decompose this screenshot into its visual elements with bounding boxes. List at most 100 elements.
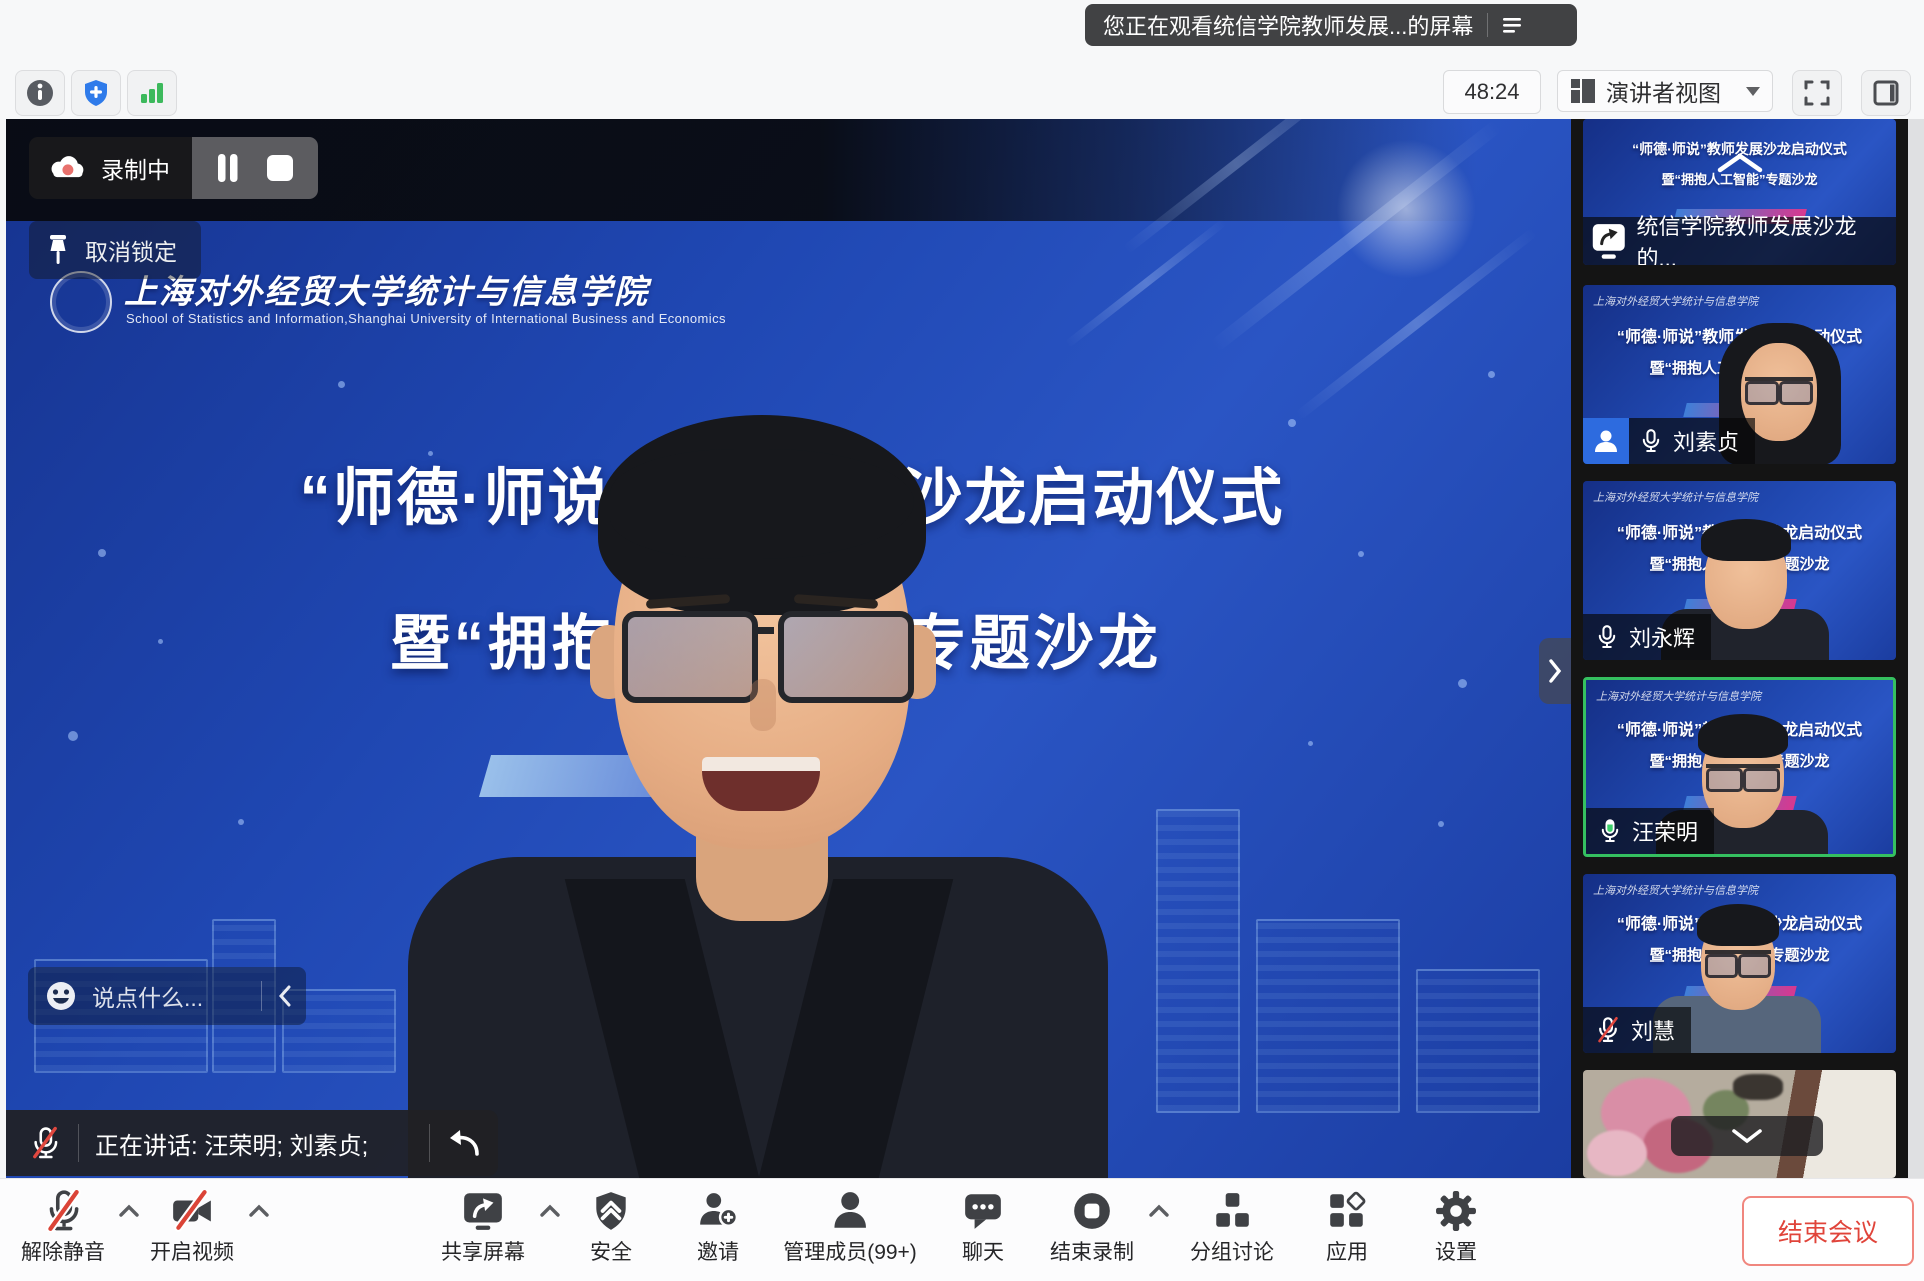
decor-dot	[338, 381, 345, 388]
person-icon	[829, 1190, 871, 1232]
apps-grid-icon	[1326, 1190, 1368, 1232]
signal-bars-icon	[137, 78, 167, 108]
skyline-building	[1156, 809, 1240, 1113]
mini-slide-logo: 上海对外经贸大学统计与信息学院	[1593, 882, 1758, 898]
chat-button[interactable]: 聊天	[962, 1190, 1004, 1266]
screen-share-icon	[1591, 221, 1627, 261]
mic-muted-icon	[28, 1123, 62, 1163]
security-shield-button[interactable]	[71, 70, 121, 116]
chat-quick-input[interactable]: 说点什么...	[28, 967, 306, 1025]
meeting-timer: 48:24	[1443, 70, 1541, 114]
chevron-down-icon	[1730, 1127, 1764, 1145]
settings-button[interactable]: 设置	[1435, 1190, 1477, 1266]
speaker-nose	[750, 679, 776, 731]
participant-glasses	[1706, 764, 1780, 788]
tile-participant-partial[interactable]	[1583, 1070, 1896, 1178]
decor-dot	[1288, 419, 1296, 427]
active-speakers-text: 正在讲话: 汪荣明; 刘素贞;	[95, 1126, 368, 1161]
participant-label: 刘慧	[1583, 1007, 1691, 1053]
notification-text: 您正在观看统信学院教师发展...的屏幕	[1085, 9, 1473, 41]
emoji-icon[interactable]	[44, 979, 78, 1013]
sidebar-collapse-tab[interactable]	[1539, 638, 1571, 704]
sidebar-scrollbar[interactable]	[1908, 119, 1924, 1178]
fullscreen-button[interactable]	[1792, 70, 1842, 116]
shared-screen-title: 统信学院教师发展沙龙的...	[1637, 209, 1880, 265]
cloud-record-icon	[47, 153, 87, 183]
chevron-left-icon[interactable]	[276, 984, 294, 1008]
reply-arrow-button[interactable]	[446, 1127, 482, 1159]
network-quality-button[interactable]	[127, 70, 177, 116]
share-screen-button[interactable]: 共享屏幕	[441, 1190, 525, 1266]
unmute-button[interactable]: 解除静音	[21, 1190, 105, 1266]
mic-on-icon	[1595, 622, 1619, 652]
stop-recording-button[interactable]	[266, 154, 294, 182]
decor-dot	[68, 731, 78, 741]
scroll-up-chevron[interactable]	[1714, 151, 1766, 175]
recording-controls	[192, 137, 318, 199]
apps-button[interactable]: 应用	[1326, 1190, 1368, 1266]
participant-hair	[1697, 904, 1779, 946]
invite-button[interactable]: 邀请	[697, 1190, 739, 1266]
chevron-right-icon	[1547, 658, 1563, 684]
chat-label: 聊天	[962, 1236, 1004, 1266]
chat-divider	[261, 981, 262, 1011]
unpin-button[interactable]: 取消锁定	[29, 221, 201, 279]
record-options-chevron[interactable]	[1148, 1204, 1170, 1218]
speaker-glasses-bridge	[754, 627, 774, 634]
view-mode-selector[interactable]: 演讲者视图	[1557, 70, 1773, 112]
university-seal-logo	[50, 271, 112, 333]
speaker-glasses-lens	[778, 611, 914, 703]
breakout-rooms-button[interactable]: 分组讨论	[1190, 1190, 1274, 1266]
participant-glasses	[1745, 377, 1813, 401]
tile-shared-screen[interactable]: “师德·师说”教师发展沙龙启动仪式 暨“拥抱人工智能”专题沙龙 统信学院教师发展…	[1583, 119, 1896, 265]
light-glow	[1336, 139, 1476, 279]
mini-slide-logo: 上海对外经贸大学统计与信息学院	[1596, 688, 1761, 704]
participant-name: 刘慧	[1631, 1014, 1675, 1046]
screen-watch-notification: 您正在观看统信学院教师发展...的屏幕	[1085, 4, 1577, 46]
participant-label: 刘素贞	[1583, 418, 1755, 464]
mute-options-chevron[interactable]	[118, 1204, 140, 1218]
mic-on-icon	[1639, 426, 1663, 456]
stop-recording-button[interactable]: 结束录制	[1050, 1190, 1134, 1266]
flower-blob	[1587, 1130, 1647, 1176]
camera-off-icon	[170, 1190, 214, 1232]
speakbar-divider	[78, 1124, 79, 1162]
meeting-info-button[interactable]	[15, 70, 65, 116]
tile-participant-wangrongming-active[interactable]: 上海对外经贸大学统计与信息学院 “师德·师说”教师发展沙龙启动仪式 暨“拥抱人工…	[1583, 677, 1896, 857]
side-panel-toggle-button[interactable]	[1861, 70, 1911, 116]
chevron-down-icon	[1746, 87, 1760, 96]
video-options-chevron[interactable]	[248, 1204, 270, 1218]
share-options-chevron[interactable]	[539, 1204, 561, 1218]
menu-icon[interactable]	[1500, 13, 1524, 37]
security-button[interactable]: 安全	[590, 1190, 632, 1266]
tile-participant-liuhui[interactable]: 上海对外经贸大学统计与信息学院 “师德·师说”教师发展沙龙启动仪式 暨“拥抱人工…	[1583, 874, 1896, 1053]
manage-members-button[interactable]: 管理成员(99+)	[783, 1190, 917, 1266]
security-label: 安全	[590, 1236, 632, 1266]
gear-icon	[1435, 1190, 1477, 1232]
decor-dot	[1458, 679, 1467, 688]
tile-participant-liuyonghui[interactable]: 上海对外经贸大学统计与信息学院 “师德·师说”教师发展沙龙启动仪式 暨“拥抱人工…	[1583, 481, 1896, 660]
mic-muted-icon	[1595, 1015, 1621, 1045]
start-video-button[interactable]: 开启视频	[150, 1190, 234, 1266]
security-shield-icon	[590, 1190, 632, 1232]
speaker-glasses-lens	[622, 611, 758, 703]
pause-recording-button[interactable]	[216, 153, 240, 183]
recording-indicator: 录制中	[29, 137, 318, 199]
mic-muted-icon	[42, 1190, 84, 1232]
screen-share-icon	[461, 1190, 505, 1232]
participant-hair	[1698, 714, 1788, 758]
mini-slide-logo: 上海对外经贸大学统计与信息学院	[1593, 293, 1758, 309]
stop-recording-label: 结束录制	[1050, 1236, 1134, 1266]
mini-slide-logo: 上海对外经贸大学统计与信息学院	[1593, 489, 1758, 505]
main-video-stage[interactable]: 上海对外经贸大学统计与信息学院 School of Statistics and…	[6, 119, 1571, 1178]
decor-dot	[158, 639, 163, 644]
tile-participant-liusuzhen[interactable]: 上海对外经贸大学统计与信息学院 “师德·师说”教师发展沙龙启动仪式 暨“拥抱人工…	[1583, 285, 1896, 464]
pinned-person-badge	[1583, 418, 1629, 464]
speakbar-divider	[429, 1124, 430, 1162]
apps-label: 应用	[1326, 1236, 1368, 1266]
end-meeting-button[interactable]: 结束会议	[1742, 1196, 1914, 1266]
mic-speaking-icon	[1598, 816, 1622, 846]
participant-name: 汪荣明	[1632, 815, 1698, 847]
slide-logo-cn: 上海对外经贸大学统计与信息学院	[124, 265, 649, 313]
scroll-down-button[interactable]	[1671, 1116, 1823, 1156]
